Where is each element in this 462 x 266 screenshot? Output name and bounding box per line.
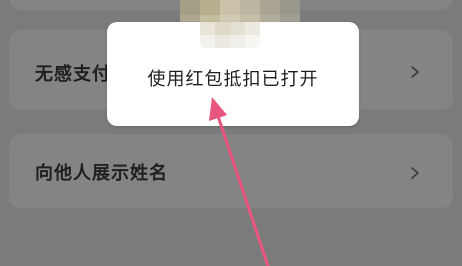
settings-item-label: 向他人展示姓名 (35, 163, 168, 184)
chevron-right-icon (409, 167, 421, 179)
toast-message: 使用红包抵扣已打开 (147, 69, 319, 90)
settings-item-label: 无感支付 (35, 64, 111, 85)
pixelated-image-overlap (200, 22, 260, 48)
chevron-right-icon (409, 66, 421, 78)
settings-item-show-name[interactable]: 向他人展示姓名 (9, 134, 453, 208)
